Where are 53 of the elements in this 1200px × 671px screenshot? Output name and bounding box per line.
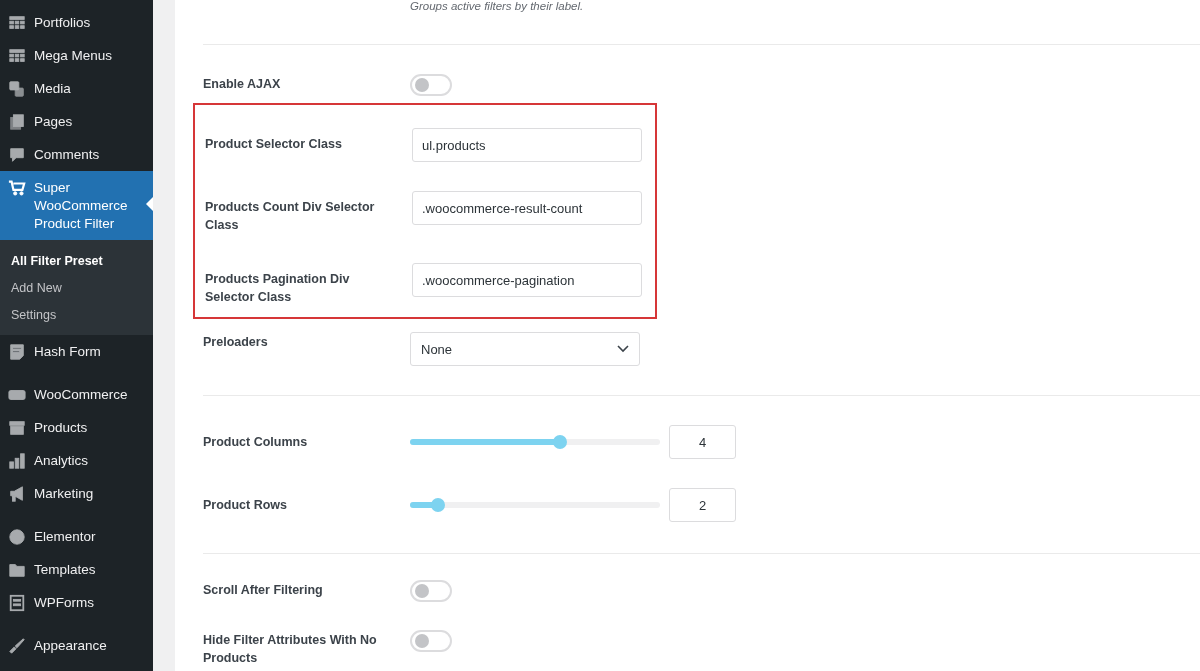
grid-icon [8, 46, 26, 65]
sidebar-item[interactable]: WPForms [0, 586, 153, 619]
sidebar-item[interactable]: Pages [0, 105, 153, 138]
toggle-switch[interactable] [410, 74, 452, 96]
sidebar-item[interactable]: Portfolios [0, 6, 153, 39]
chevron-down-icon [617, 345, 629, 353]
toggle-switch[interactable] [410, 580, 452, 602]
submenu-item[interactable]: Settings [0, 302, 153, 329]
sidebar-item[interactable]: Templates [0, 553, 153, 586]
number-field[interactable]: 4 [669, 425, 736, 459]
form-icon [8, 342, 26, 361]
circle-icon [8, 527, 26, 546]
setting-label: Hide Filter Attributes With No Products [203, 632, 378, 667]
text-input[interactable]: ul.products [412, 128, 642, 162]
setting-label: Products Count Div Selector Class [205, 199, 376, 234]
sidebar-item[interactable]: Products [0, 411, 153, 444]
sidebar-item[interactable]: Marketing [0, 477, 153, 510]
toggle-switch[interactable] [410, 630, 452, 652]
form-icon [8, 593, 26, 612]
setting-label: Enable AJAX [203, 76, 282, 93]
submenu-item[interactable]: All Filter Preset [0, 248, 153, 275]
sidebar-item[interactable]: Mega Menus [0, 39, 153, 72]
submenu-item[interactable]: Add New [0, 275, 153, 302]
setting-label: Product Columns [203, 434, 309, 451]
text-input[interactable]: .woocommerce-result-count [412, 191, 642, 225]
slider-thumb[interactable] [430, 498, 445, 512]
setting-label: Product Selector Class [205, 136, 343, 153]
sidebar-item[interactable]: WooCommerce [0, 378, 153, 411]
setting-label: Preloaders [203, 334, 269, 351]
setting-label: Product Rows [203, 497, 289, 514]
speech-bubble-icon [8, 145, 26, 164]
field-hint: Groups active filters by their label. [410, 0, 585, 14]
bar-chart-icon [8, 451, 26, 470]
sidebar-item[interactable]: Media [0, 72, 153, 105]
box-icon [8, 418, 26, 437]
sidebar-item[interactable]: Super WooCommerce Product Filter [0, 171, 153, 240]
sidebar-item[interactable]: Analytics [0, 444, 153, 477]
sidebar-item[interactable]: Comments [0, 138, 153, 171]
sidebar-item[interactable]: Hash Form [0, 335, 153, 368]
brush-icon [8, 636, 26, 655]
sidebar-item[interactable]: Appearance [0, 629, 153, 662]
sidebar-item[interactable]: Elementor [0, 520, 153, 553]
setting-label: Scroll After Filtering [203, 582, 324, 599]
setting-label: Products Pagination Div Selector Class [205, 271, 351, 306]
slider-thumb[interactable] [553, 435, 567, 449]
megaphone-icon [8, 484, 26, 503]
number-field[interactable]: 2 [669, 488, 736, 522]
grid-icon [8, 13, 26, 32]
cart-icon [8, 179, 26, 197]
dropdown-select[interactable]: None [410, 332, 640, 366]
text-input[interactable]: .woocommerce-pagination [412, 263, 642, 297]
media-icon [8, 79, 26, 98]
pages-icon [8, 112, 26, 131]
